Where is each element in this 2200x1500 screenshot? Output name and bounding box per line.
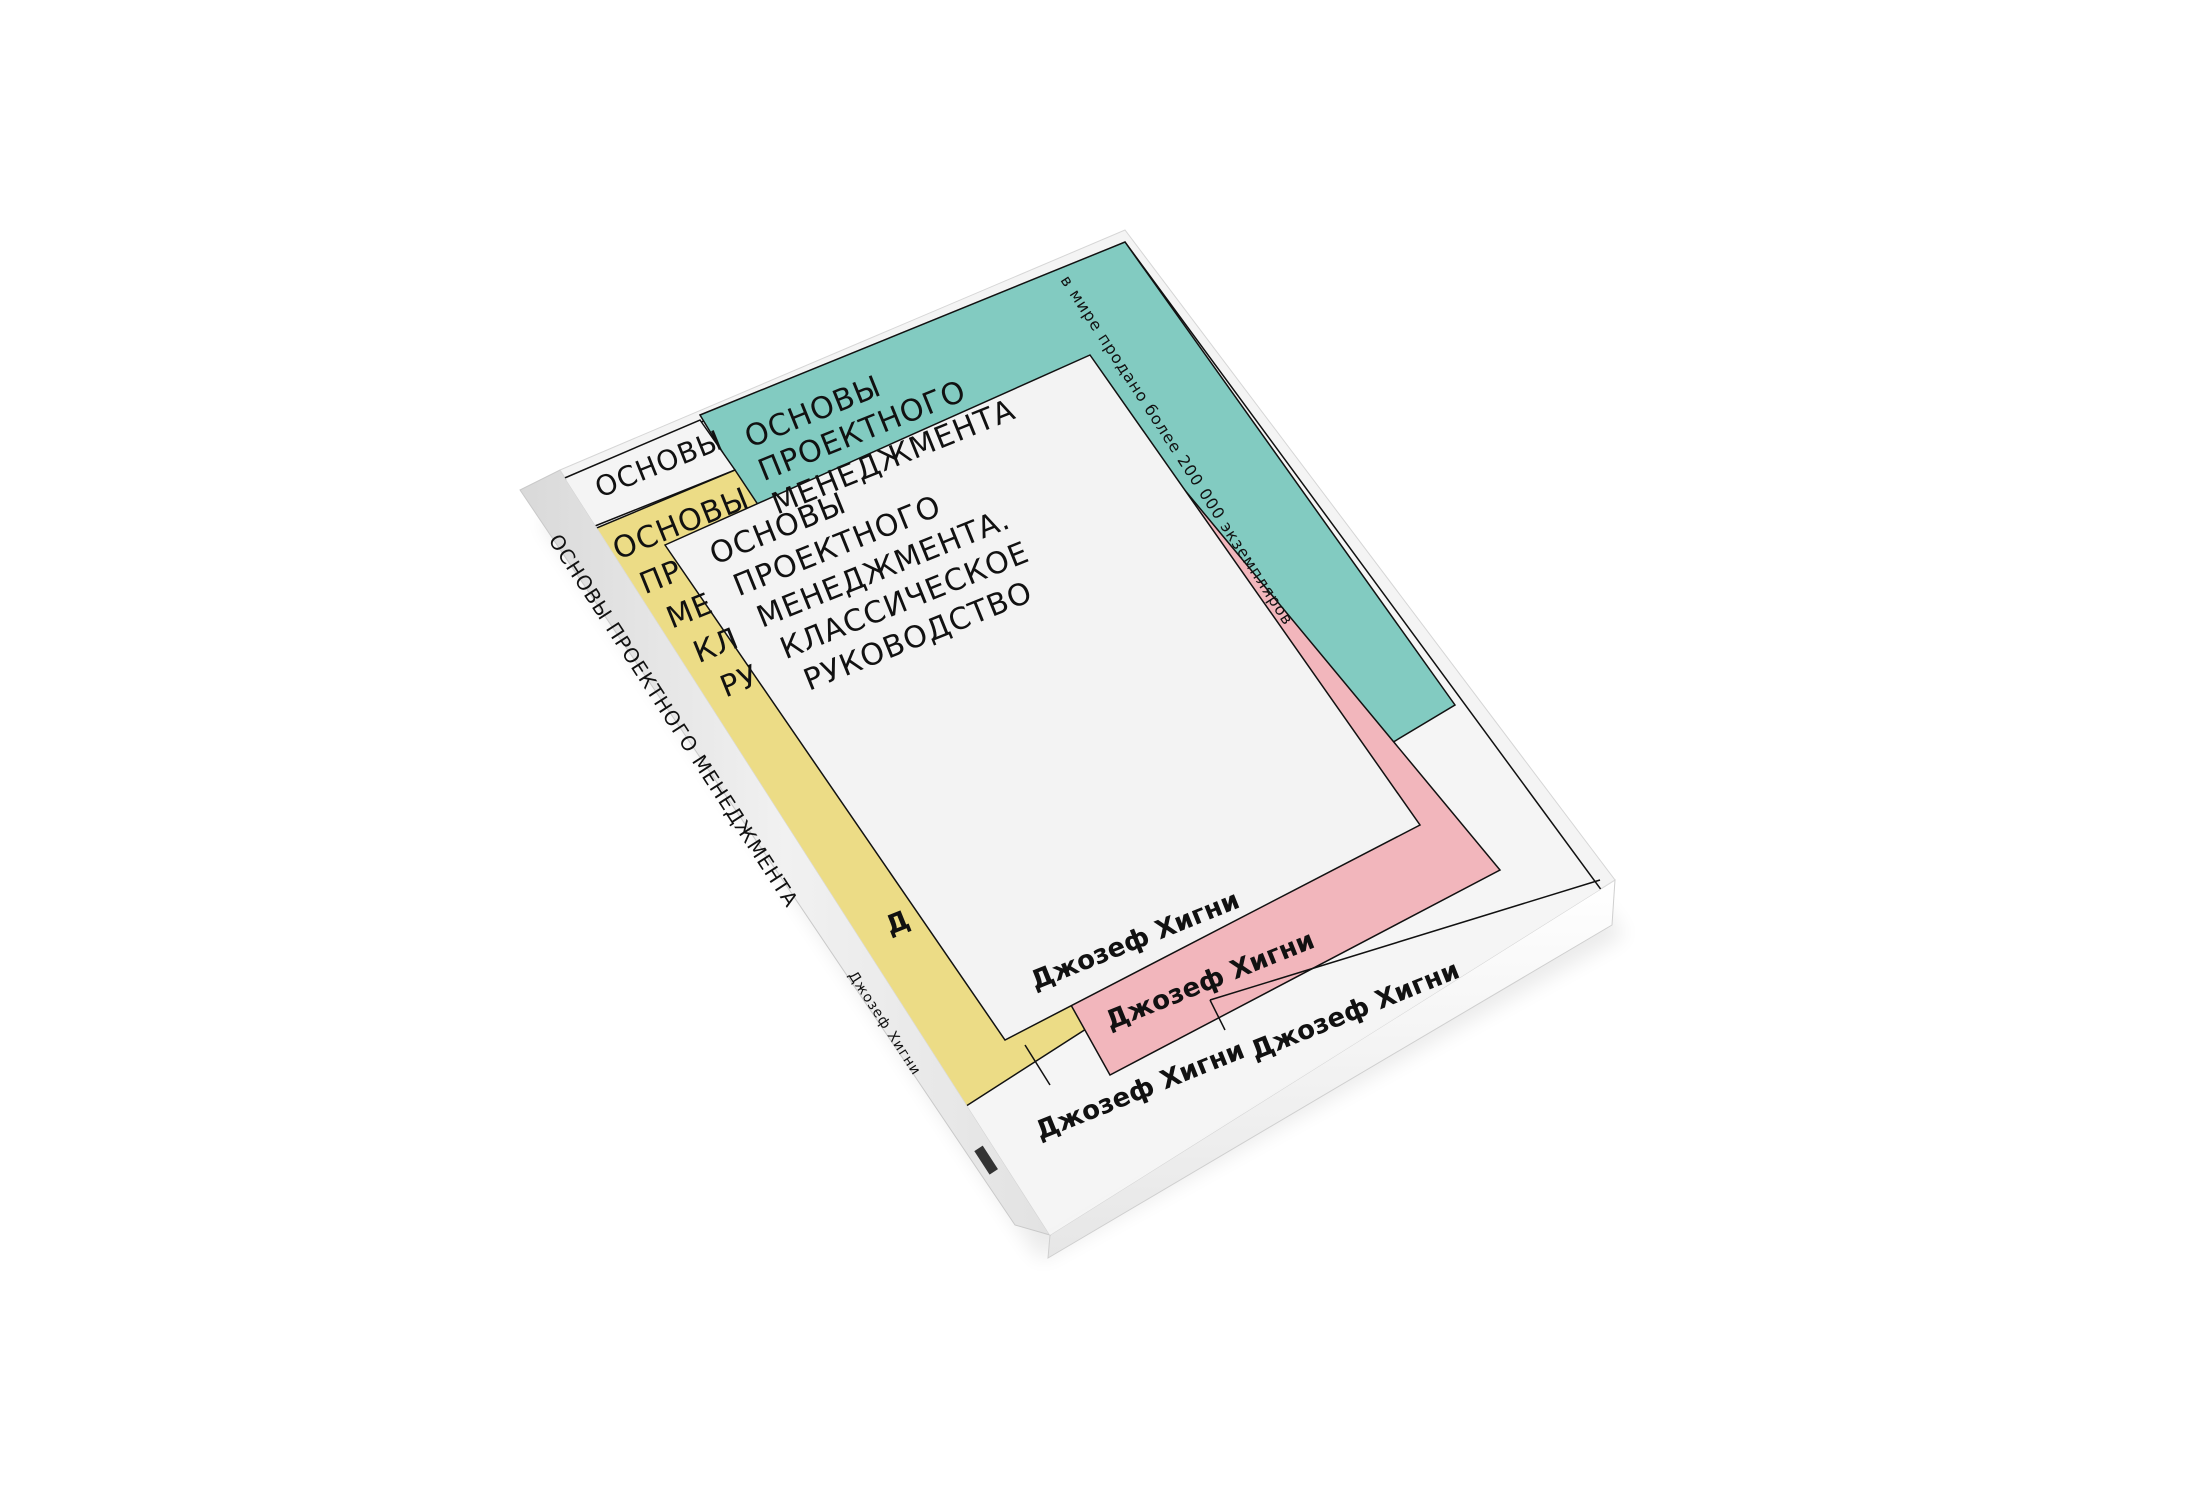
book-mockup-scene: ОСНОВЫ ПРОЕКТНОГО МЕНЕДЖМЕНТА Джозеф Хиг…: [0, 0, 2200, 1500]
book-mockup: ОСНОВЫ ПРОЕКТНОГО МЕНЕДЖМЕНТА Джозеф Хиг…: [519, 229, 1625, 1260]
